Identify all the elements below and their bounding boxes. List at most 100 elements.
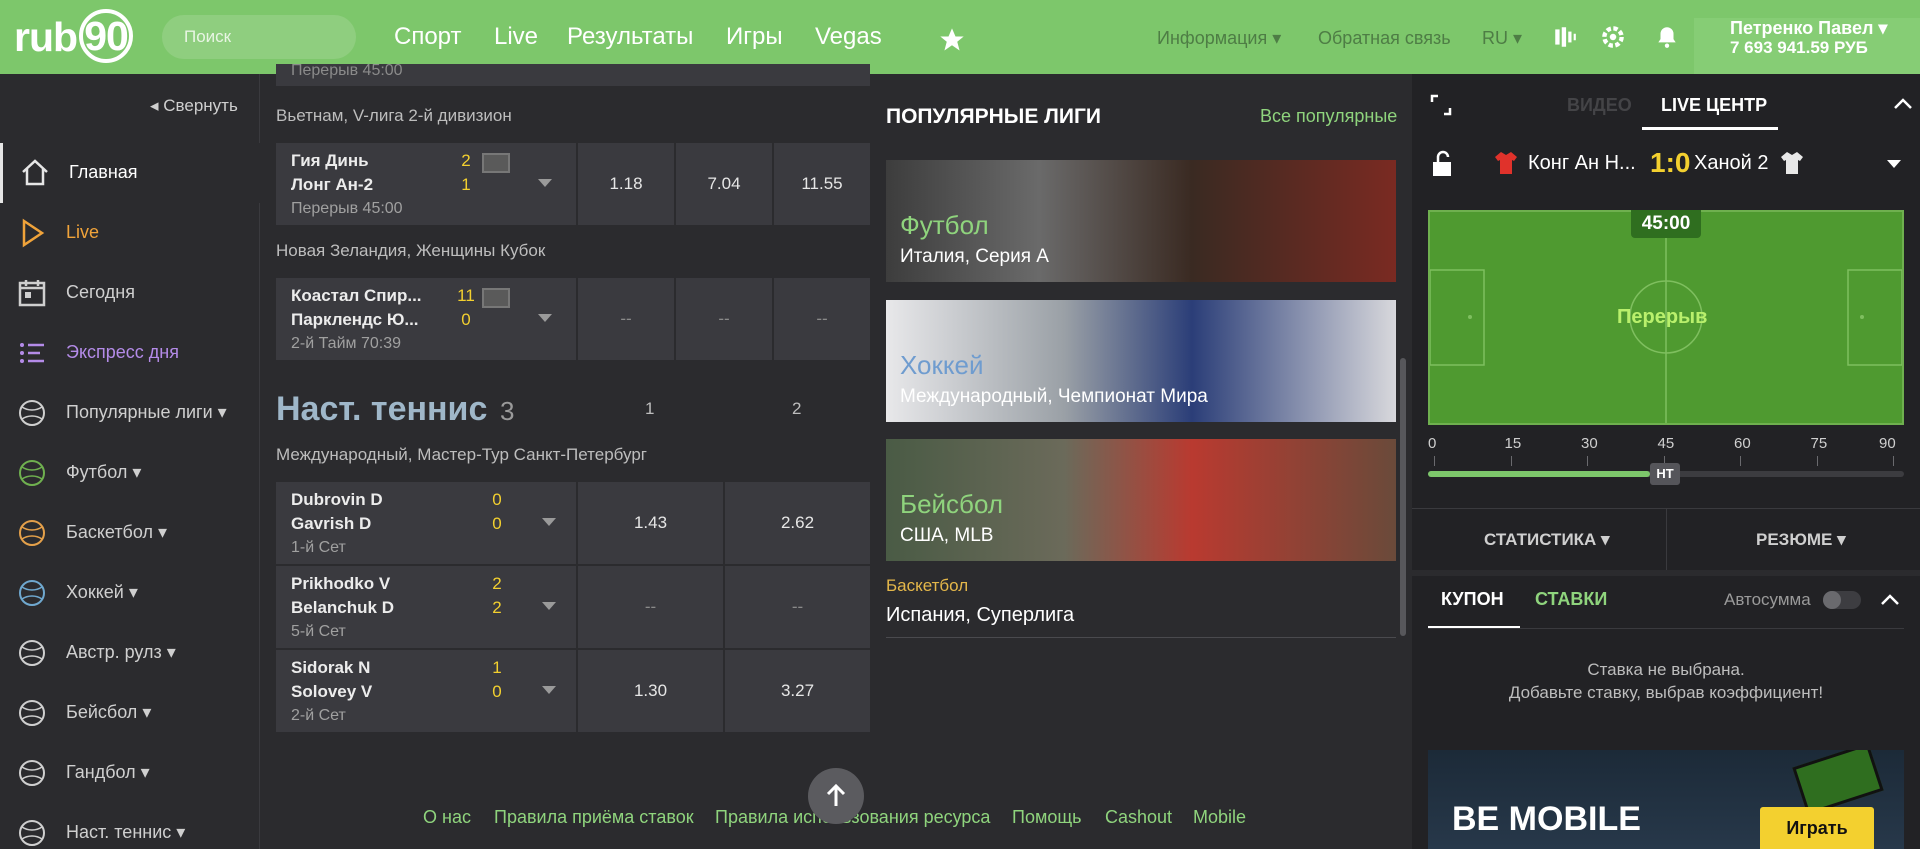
league-card-hockey[interactable]: Хоккей Международный, Чемпионат Мира (886, 300, 1396, 422)
sidebar-item-baseball[interactable]: Бейсбол ▾ (0, 683, 260, 743)
nav-games[interactable]: Игры (726, 22, 783, 52)
timeline-tick: 45 (1657, 435, 1675, 452)
footer-bet-rules[interactable]: Правила приёма ставок (494, 807, 694, 828)
timeline-tick: 75 (1810, 435, 1828, 452)
chevron-down-icon[interactable] (538, 179, 552, 187)
collapse-button[interactable]: ◂ Свернуть (150, 96, 238, 116)
sport-count: 3 (500, 396, 515, 426)
footer-about[interactable]: О нас (423, 807, 471, 828)
odd-1[interactable]: 1.30 (578, 650, 723, 732)
footer-mobile[interactable]: Mobile (1193, 807, 1246, 828)
league-card-baseball[interactable]: Бейсбол США, MLB (886, 439, 1396, 561)
sidebar-item-table-tennis[interactable]: Наст. теннис ▾ (0, 803, 260, 849)
timeline-tick: 30 (1581, 435, 1598, 452)
match-row-partial[interactable]: Перерыв 45:00 (276, 64, 870, 86)
odd-2[interactable]: 2.62 (725, 482, 870, 564)
expand-icon[interactable] (1430, 94, 1452, 116)
gear-icon[interactable] (1600, 24, 1626, 50)
match-row[interactable]: Dubrovin D Gavrish D 0 0 1-й Сет 1.43 2.… (276, 482, 870, 564)
play-icon (22, 218, 45, 248)
popular-leagues-icon (19, 400, 45, 426)
chevron-down-icon[interactable] (542, 602, 556, 610)
sidebar-item-handball[interactable]: Гандбол ▾ (0, 743, 260, 803)
odd-2[interactable]: -- (725, 566, 870, 648)
odd-x[interactable]: 7.04 (676, 143, 772, 225)
scroll-top-button[interactable] (808, 768, 864, 824)
unlock-icon[interactable] (1430, 150, 1456, 178)
nav-results[interactable]: Результаты (567, 22, 693, 52)
nav-vegas[interactable]: Vegas (815, 22, 882, 52)
match-row[interactable]: Коастал Спир... Парклендс Ю... 11 0 2-й … (276, 278, 870, 360)
chevron-up-icon[interactable] (1893, 96, 1913, 110)
sidebar-item-today[interactable]: Сегодня (0, 263, 260, 323)
aussie-rules-icon (19, 640, 45, 666)
user-name[interactable]: Петренко Павел ▾ (1730, 18, 1887, 39)
empty-coupon-hint: Добавьте ставку, выбрав коэффициент! (1508, 683, 1824, 702)
sidebar-item-express[interactable]: Экспресс дня (0, 323, 260, 383)
sidebar-item-live[interactable]: Live (0, 203, 260, 263)
scrollbar[interactable] (1400, 358, 1406, 636)
sound-icon[interactable] (1552, 24, 1578, 50)
popular-extra-sport[interactable]: Баскетбол (886, 576, 968, 596)
chevron-down-icon[interactable] (1886, 158, 1902, 170)
chevron-down-icon[interactable] (538, 314, 552, 322)
league-header[interactable]: Международный, Мастер-Тур Санкт-Петербур… (276, 445, 647, 465)
play-button[interactable]: Играть (1760, 807, 1874, 849)
score-home: 2 (461, 151, 471, 170)
score-home: 2 (492, 574, 502, 593)
sidebar-item-label: Футбол ▾ (66, 462, 142, 482)
odd-1[interactable]: 1.43 (578, 482, 723, 564)
language-select[interactable]: RU ▾ (1482, 27, 1522, 49)
timeline-tick-mark (1510, 456, 1512, 466)
match-row[interactable]: Гия Динь Лонг Ан-2 2 1 Перерыв 45:00 1.1… (276, 143, 870, 225)
popular-extra-league[interactable]: Испания, Суперлига (886, 604, 1074, 627)
search-input[interactable]: Поиск (162, 15, 356, 59)
score-home: 1 (492, 658, 502, 677)
star-icon[interactable] (938, 26, 966, 54)
feedback-link[interactable]: Обратная связь (1318, 27, 1451, 49)
match-row[interactable]: Prikhodko V Belanchuk D 2 2 5-й Сет -- -… (276, 566, 870, 648)
divider (886, 637, 1396, 638)
summary-button[interactable]: РЕЗЮМЕ ▾ (1756, 530, 1846, 550)
tab-bets[interactable]: СТАВКИ (1535, 589, 1607, 610)
sidebar-item-hockey[interactable]: Хоккей ▾ (0, 563, 260, 623)
timeline-tick: 15 (1504, 435, 1522, 452)
odd-1[interactable]: -- (578, 278, 674, 360)
match-row[interactable]: Sidorak N Solovey V 1 0 2-й Сет 1.30 3.2… (276, 650, 870, 732)
timeline-tick-mark (1816, 456, 1818, 466)
footer-cashout[interactable]: Cashout (1105, 807, 1172, 828)
sidebar-item-popular-leagues[interactable]: Популярные лиги ▾ (0, 383, 260, 443)
sidebar-item-aussie-rules[interactable]: Австр. рулз ▾ (0, 623, 260, 683)
odd-x[interactable]: -- (676, 278, 772, 360)
footer-help[interactable]: Помощь (1012, 807, 1082, 828)
logo[interactable]: rub 90 (14, 9, 134, 64)
nav-sport[interactable]: Спорт (394, 22, 462, 52)
chevron-down-icon[interactable] (542, 518, 556, 526)
odd-2[interactable]: -- (774, 278, 870, 360)
match-clock: 45:00 (1631, 210, 1701, 238)
sidebar-item-basketball[interactable]: Баскетбол ▾ (0, 503, 260, 563)
odd-1[interactable]: 1.18 (578, 143, 674, 225)
tab-live-center[interactable]: LIVE ЦЕНТР (1661, 94, 1767, 116)
match-status: 5-й Сет (291, 623, 346, 640)
score-home: 11 (457, 286, 475, 305)
tab-video[interactable]: ВИДЕО (1567, 94, 1632, 116)
statistics-button[interactable]: СТАТИСТИКА ▾ (1484, 530, 1610, 550)
bell-icon[interactable] (1654, 24, 1680, 50)
sidebar-item-home[interactable]: Главная (0, 143, 260, 203)
league-header[interactable]: Новая Зеландия, Женщины Кубок (276, 241, 545, 261)
nav-live[interactable]: Live (494, 22, 538, 52)
odd-2[interactable]: 3.27 (725, 650, 870, 732)
chevron-down-icon[interactable] (542, 686, 556, 694)
league-card-football[interactable]: Футбол Италия, Серия А (886, 160, 1396, 282)
tab-coupon[interactable]: КУПОН (1441, 589, 1504, 610)
league-header[interactable]: Вьетнам, V-лига 2-й дивизион (276, 106, 512, 126)
timeline-tick: 0 (1428, 435, 1437, 452)
sidebar-item-label: Сегодня (66, 282, 135, 302)
info-menu[interactable]: Информация ▾ (1157, 27, 1281, 49)
all-popular-link[interactable]: Все популярные (1260, 106, 1397, 127)
sidebar-item-football[interactable]: Футбол ▾ (0, 443, 260, 503)
odd-2[interactable]: 11.55 (774, 143, 870, 225)
odd-1[interactable]: -- (578, 566, 723, 648)
chevron-up-icon[interactable] (1880, 592, 1900, 606)
